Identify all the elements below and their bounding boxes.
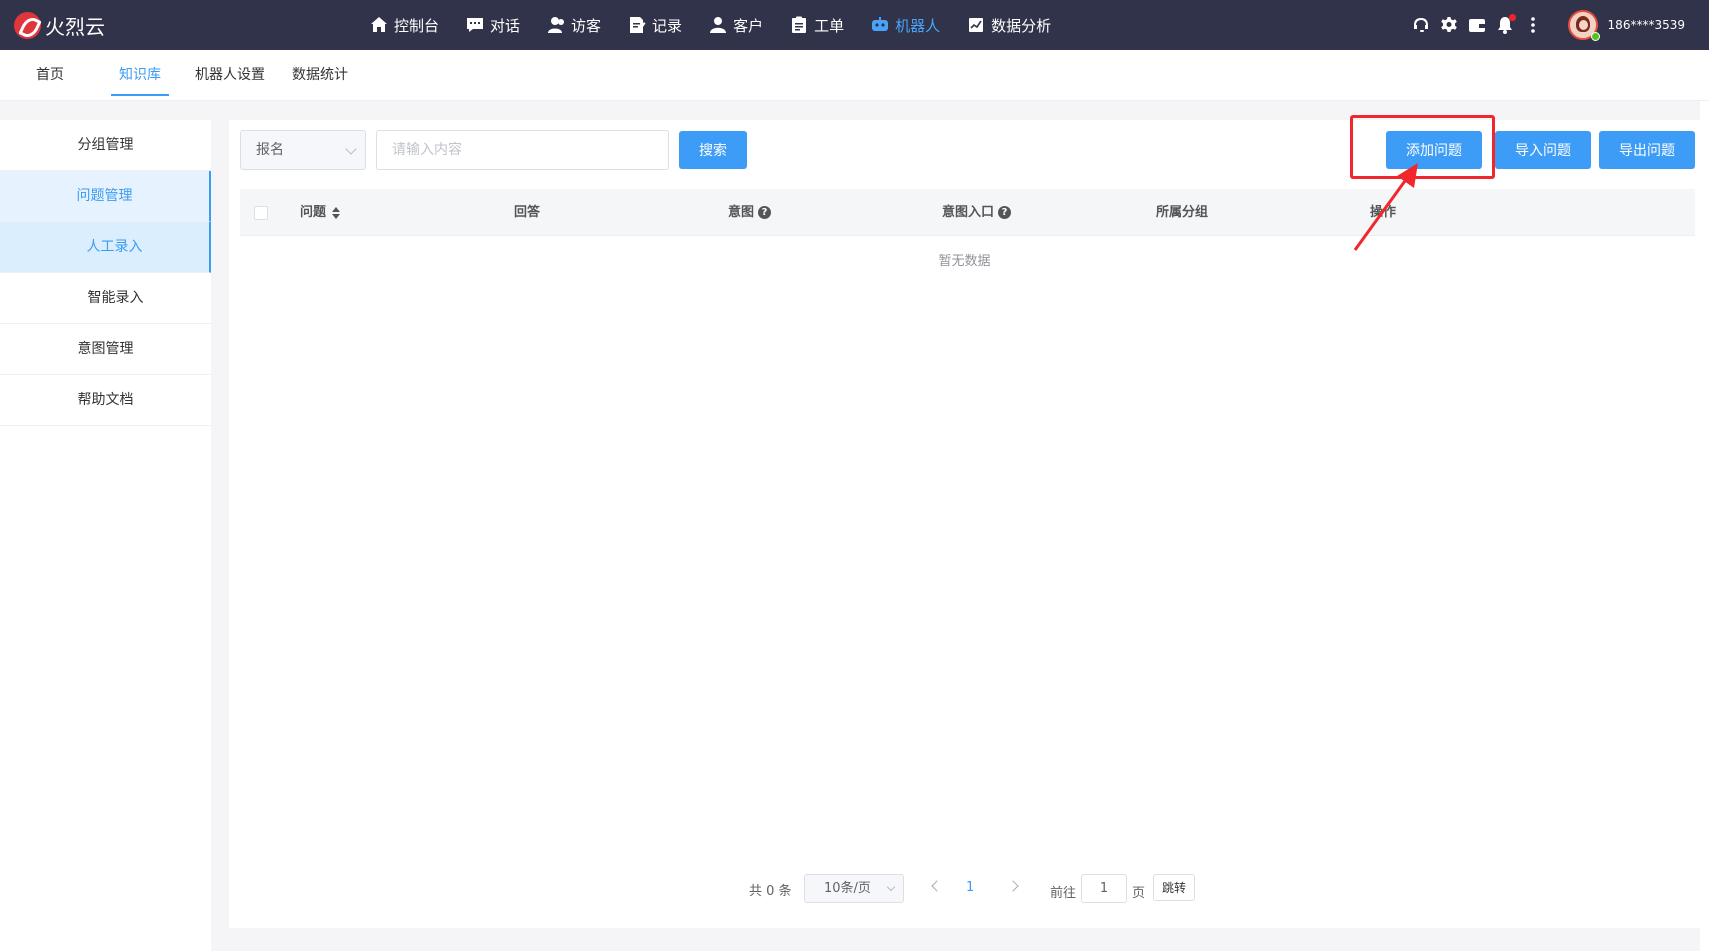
robot-icon bbox=[871, 16, 889, 34]
main-nav: 控制台 对话 访客 记录 客户 工单 机器人 数据分析 bbox=[370, 0, 1078, 50]
username[interactable]: 186****3539 bbox=[1608, 18, 1685, 32]
customer-icon bbox=[709, 16, 727, 34]
nav-item-console[interactable]: 控制台 bbox=[370, 0, 439, 50]
ticket-icon bbox=[790, 16, 808, 34]
table-header: 问题 回答 意图 ? 意图入口 ? 所属分组 操作 bbox=[240, 189, 1695, 236]
nav-item-label: 记录 bbox=[652, 16, 683, 35]
nav-item-label: 对话 bbox=[490, 16, 521, 35]
online-status-dot bbox=[1590, 32, 1600, 41]
tab-robot-settings[interactable]: 机器人设置 bbox=[195, 50, 265, 100]
chevron-down-icon bbox=[886, 882, 896, 892]
home-icon bbox=[370, 16, 388, 34]
sidebar-item-group-management[interactable]: 分组管理 bbox=[0, 120, 211, 171]
nav-item-label: 数据分析 bbox=[991, 16, 1052, 35]
nav-item-customer[interactable]: 客户 bbox=[709, 0, 763, 50]
column-header-intent: 意图 ? bbox=[728, 189, 772, 236]
chevron-down-icon bbox=[345, 143, 357, 155]
tab-home[interactable]: 首页 bbox=[36, 50, 64, 100]
record-icon bbox=[628, 16, 646, 34]
nav-item-analytics[interactable]: 数据分析 bbox=[967, 0, 1051, 50]
column-header-intent-entry: 意图入口 ? bbox=[942, 189, 1012, 236]
header-tools: 186****3539 bbox=[1402, 0, 1685, 50]
goto-page-input[interactable] bbox=[1081, 874, 1127, 903]
chat-icon bbox=[466, 16, 484, 34]
add-question-button[interactable]: 添加问题 bbox=[1386, 131, 1482, 169]
question-mark-icon[interactable]: ? bbox=[998, 206, 1012, 219]
page-size-select[interactable]: 10条/页 bbox=[804, 874, 904, 903]
sidebar-item-manual-entry[interactable]: 人工录入 bbox=[0, 222, 211, 273]
sort-icon[interactable] bbox=[332, 206, 341, 219]
sidebar-item-intent-management[interactable]: 意图管理 bbox=[0, 324, 211, 375]
top-navbar: 火烈云 控制台 对话 访客 记录 客户 工单 机器人 数据分析 186****3… bbox=[0, 0, 1709, 50]
avatar[interactable] bbox=[1567, 10, 1600, 41]
pagination-total: 共 0 条 bbox=[749, 884, 792, 899]
filter-select[interactable]: 报名 bbox=[240, 130, 366, 170]
column-header-answer: 回答 bbox=[514, 205, 541, 220]
page-label: 页 bbox=[1132, 886, 1146, 901]
headset-icon[interactable] bbox=[1412, 16, 1430, 34]
sidebar-item-question-management[interactable]: 问题管理 bbox=[0, 171, 211, 222]
logo-icon bbox=[14, 11, 41, 39]
select-all-checkbox[interactable] bbox=[254, 206, 268, 220]
tab-data-stats[interactable]: 数据统计 bbox=[292, 50, 348, 100]
main-panel: 报名 搜索 添加问题 导入问题 导出问题 问题 回答 意图 ? 意图入口 ? 所… bbox=[229, 115, 1700, 928]
table-empty-text: 暂无数据 bbox=[938, 254, 991, 269]
more-vertical-icon[interactable] bbox=[1524, 16, 1542, 34]
question-mark-icon[interactable]: ? bbox=[758, 206, 772, 219]
nav-item-label: 工单 bbox=[814, 16, 845, 35]
column-header-question[interactable]: 问题 bbox=[300, 189, 341, 236]
sub-tabs: 首页 知识库 机器人设置 数据统计 bbox=[0, 50, 1709, 101]
visitor-icon bbox=[547, 16, 565, 34]
wallet-icon[interactable] bbox=[1468, 16, 1486, 34]
nav-item-label: 机器人 bbox=[895, 16, 941, 35]
sidebar-item-help-docs[interactable]: 帮助文档 bbox=[0, 375, 211, 426]
sidebar-item-smart-entry[interactable]: 智能录入 bbox=[0, 273, 211, 324]
nav-item-label: 访客 bbox=[571, 16, 602, 35]
bell-icon[interactable] bbox=[1496, 14, 1516, 34]
logo[interactable]: 火烈云 bbox=[14, 11, 105, 39]
nav-item-robot[interactable]: 机器人 bbox=[871, 0, 940, 50]
gear-icon[interactable] bbox=[1440, 16, 1458, 34]
nav-item-label: 控制台 bbox=[394, 16, 440, 35]
tab-knowledge-base[interactable]: 知识库 bbox=[111, 50, 169, 100]
sidebar: 分组管理 问题管理 人工录入 智能录入 意图管理 帮助文档 bbox=[0, 120, 211, 951]
import-question-button[interactable]: 导入问题 bbox=[1495, 131, 1591, 169]
nav-item-chat[interactable]: 对话 bbox=[466, 0, 520, 50]
nav-item-label: 客户 bbox=[733, 16, 764, 35]
nav-item-ticket[interactable]: 工单 bbox=[790, 0, 844, 50]
search-button[interactable]: 搜索 bbox=[679, 131, 747, 169]
column-header-actions: 操作 bbox=[1370, 205, 1397, 220]
chart-icon bbox=[967, 16, 985, 34]
notification-badge bbox=[1508, 14, 1516, 21]
export-question-button[interactable]: 导出问题 bbox=[1599, 131, 1695, 169]
goto-label: 前往 bbox=[1050, 886, 1077, 901]
page-number[interactable]: 1 bbox=[966, 880, 974, 895]
jump-button[interactable]: 跳转 bbox=[1153, 874, 1195, 901]
nav-item-visitor[interactable]: 访客 bbox=[547, 0, 601, 50]
filter-select-value: 报名 bbox=[256, 142, 284, 158]
search-input[interactable] bbox=[376, 130, 669, 170]
nav-item-record[interactable]: 记录 bbox=[628, 0, 682, 50]
next-page-icon[interactable] bbox=[1007, 880, 1019, 892]
prev-page-icon[interactable] bbox=[931, 880, 943, 892]
pagination: 共 0 条 10条/页 1 前往 页 跳转 bbox=[229, 874, 1700, 904]
logo-text: 火烈云 bbox=[45, 14, 105, 39]
column-header-group: 所属分组 bbox=[1156, 205, 1209, 220]
